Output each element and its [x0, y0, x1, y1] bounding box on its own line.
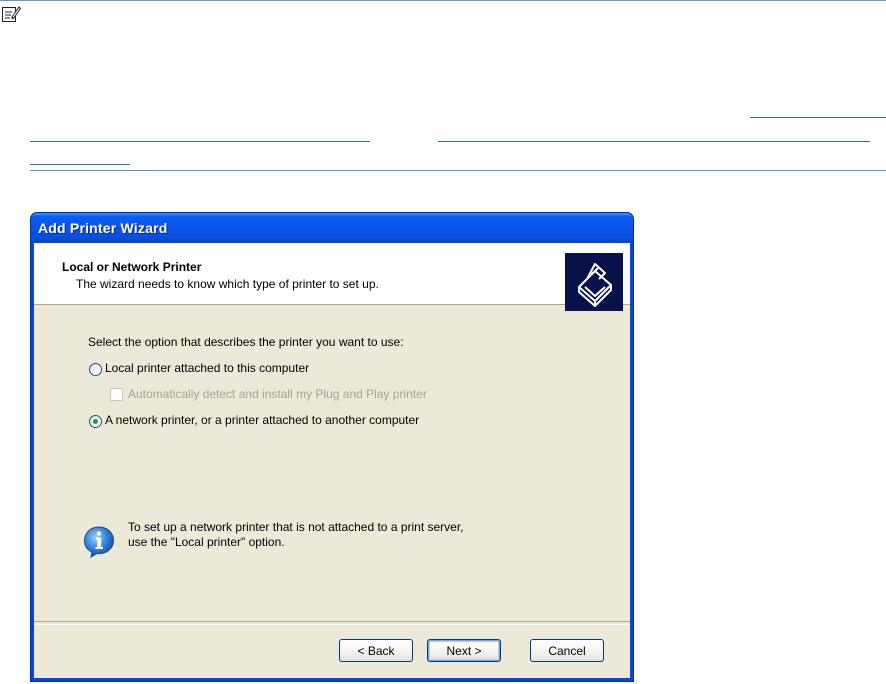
window-title: Add Printer Wizard [38, 220, 168, 236]
info-text-line2: use the "Local printer" option. [128, 535, 285, 549]
local-printer-label[interactable]: Local printer attached to this computer [105, 361, 309, 375]
selection-prompt: Select the option that describes the pri… [88, 335, 404, 349]
radio-selected-dot [93, 419, 98, 424]
wizard-header: Local or Network Printer The wizard need… [34, 243, 630, 311]
auto-detect-checkbox[interactable] [110, 388, 123, 401]
network-printer-radio[interactable] [89, 415, 102, 428]
next-button[interactable]: Next > [427, 639, 501, 662]
add-printer-wizard-window: Add Printer Wizard Local or Network Prin… [30, 212, 634, 682]
footer-divider [34, 621, 630, 625]
link-underline[interactable] [750, 117, 886, 118]
link-underline[interactable] [30, 141, 370, 142]
info-text-line1: To set up a network printer that is not … [128, 520, 464, 534]
top-rule [0, 0, 886, 1]
link-underline[interactable] [30, 164, 130, 165]
link-underline[interactable] [438, 141, 870, 142]
back-button[interactable]: < Back [339, 639, 413, 662]
page-title: Local or Network Printer [62, 260, 202, 274]
auto-detect-label: Automatically detect and install my Plug… [128, 387, 427, 401]
network-printer-label[interactable]: A network printer, or a printer attached… [105, 413, 419, 427]
info-icon [83, 526, 115, 558]
page-subtitle: The wizard needs to know which type of p… [76, 277, 379, 291]
title-bar[interactable]: Add Printer Wizard [31, 213, 633, 243]
cancel-button[interactable]: Cancel [530, 639, 604, 662]
section-rule [30, 170, 886, 171]
local-printer-radio[interactable] [89, 363, 102, 376]
wizard-client-area: Local or Network Printer The wizard need… [34, 243, 630, 678]
note-icon [2, 6, 21, 22]
printer-icon [565, 253, 623, 311]
